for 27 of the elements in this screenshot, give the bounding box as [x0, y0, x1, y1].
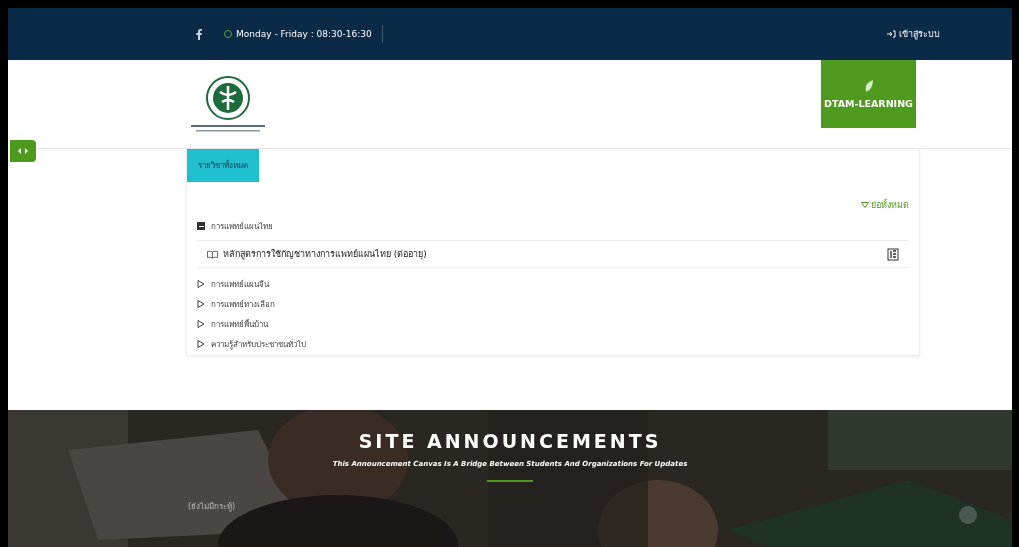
expand-icon[interactable] — [197, 340, 205, 348]
collapse-icon[interactable] — [197, 222, 205, 230]
brand-label: DTAM-LEARNING — [824, 98, 913, 109]
expand-icon[interactable] — [197, 320, 205, 328]
opening-hours: Monday - Friday : 08:30-16:30 — [236, 25, 383, 43]
category-link[interactable]: ความรู้สำหรับประชาชนทั่วไป — [211, 337, 306, 351]
collapse-icon — [861, 202, 869, 208]
section-title: SITE ANNOUNCEMENTS — [358, 430, 662, 452]
empty-message: (ยังไม่มีกระทู้) — [188, 501, 236, 513]
category-link[interactable]: การแพทย์แผนไทย — [211, 219, 273, 233]
course-link[interactable]: หลักสูตรการใช้กัญชาทางการแพทย์แผนไทย (ต่ออายุ) — [223, 247, 882, 261]
course-info-icon[interactable] — [887, 247, 899, 261]
expand-icon[interactable] — [197, 300, 205, 308]
leaf-icon — [863, 79, 874, 93]
category-link[interactable]: การแพทย์ทางเลือก — [211, 297, 275, 311]
expand-icon — [18, 148, 28, 154]
category-link[interactable]: การแพทย์แผนจีน — [211, 277, 269, 291]
login-link[interactable]: เข้าสู่ระบบ — [887, 27, 940, 41]
all-courses-tab[interactable]: รายวิชาทั้งหมด — [187, 149, 259, 182]
facebook-icon[interactable] — [196, 28, 202, 40]
category-link[interactable]: การแพทย์พื้นบ้าน — [211, 317, 268, 331]
expand-icon[interactable] — [197, 280, 205, 288]
login-icon — [887, 30, 896, 38]
collapse-all-link[interactable]: ย่อทั้งหมด — [861, 200, 909, 210]
brand-badge[interactable]: DTAM-LEARNING — [821, 60, 916, 128]
book-icon — [207, 249, 218, 259]
sidebar-toggle[interactable] — [10, 140, 36, 162]
